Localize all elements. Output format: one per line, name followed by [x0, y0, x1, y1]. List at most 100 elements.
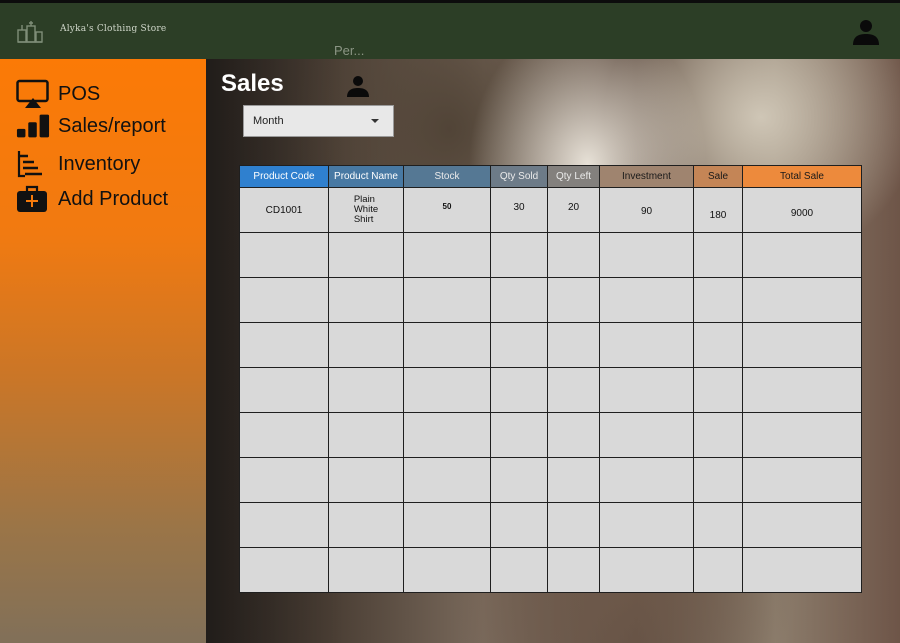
- sidebar-item-label: Sales/report: [58, 114, 166, 137]
- sidebar-item-sales-report[interactable]: Sales/report: [16, 111, 166, 141]
- table-row[interactable]: [239, 277, 862, 323]
- table-cell-empty: [547, 502, 600, 548]
- table-row[interactable]: CD1001 Plain White Shirt 50 30 20 90 180 9…: [239, 187, 862, 233]
- period-select-value: Month: [253, 115, 284, 127]
- table-cell-empty: [599, 322, 694, 368]
- sidebar-nav: POS Sales/report Inventory Add Product: [0, 59, 206, 643]
- store-logo-icon: [17, 21, 43, 43]
- table-cell-empty: [239, 547, 329, 593]
- table-cell-empty: [742, 547, 862, 593]
- table-cell-empty: [547, 277, 600, 323]
- table-cell-empty: [239, 412, 329, 458]
- sales-panel: Sales Month Product Code Product Name St…: [206, 59, 900, 643]
- store-name: Alyka's Clothing Store: [60, 24, 167, 34]
- column-header-total-sale[interactable]: Total Sale: [742, 165, 862, 188]
- table-cell-empty: [547, 412, 600, 458]
- table-cell-empty: [328, 412, 404, 458]
- table-cell-empty: [693, 457, 743, 503]
- table-cell-empty: [328, 547, 404, 593]
- table-cell-empty: [403, 322, 491, 368]
- column-header-stock[interactable]: Stock: [403, 165, 491, 188]
- bar-chart-icon: [16, 111, 50, 141]
- user-account-icon[interactable]: [852, 18, 880, 46]
- table-cell-empty: [403, 412, 491, 458]
- table-cell-empty: [239, 277, 329, 323]
- table-cell-empty: [239, 457, 329, 503]
- table-row[interactable]: [239, 412, 862, 458]
- table-cell-empty: [403, 277, 491, 323]
- sidebar-item-label: POS: [58, 82, 101, 105]
- table-cell-empty: [693, 277, 743, 323]
- column-header-qty-left[interactable]: Qty Left: [547, 165, 600, 188]
- table-cell-empty: [547, 367, 600, 413]
- table-cell-empty: [490, 502, 548, 548]
- table-cell-empty: [239, 232, 329, 278]
- table-cell-empty: [547, 457, 600, 503]
- table-cell-empty: [693, 367, 743, 413]
- table-cell-empty: [693, 232, 743, 278]
- page-title: Sales: [221, 70, 284, 97]
- column-header-sale[interactable]: Sale: [693, 165, 743, 188]
- cell-product-name: Plain White Shirt: [328, 187, 404, 233]
- table-cell-empty: [490, 412, 548, 458]
- table-cell-empty: [490, 322, 548, 368]
- table-cell-empty: [239, 367, 329, 413]
- table-cell-empty: [599, 412, 694, 458]
- period-select[interactable]: Month: [243, 105, 394, 137]
- sidebar-item-add-product[interactable]: Add Product: [16, 184, 168, 214]
- table-row[interactable]: [239, 367, 862, 413]
- caret-down-icon: [371, 119, 379, 123]
- column-header-qty-sold[interactable]: Qty Sold: [490, 165, 548, 188]
- table-cell-empty: [599, 547, 694, 593]
- table-header-row: Product Code Product Name Stock Qty Sold…: [239, 165, 862, 188]
- table-cell-empty: [490, 547, 548, 593]
- user-icon[interactable]: [345, 75, 371, 97]
- cell-qty-left: 20: [547, 187, 600, 233]
- table-cell-empty: [693, 547, 743, 593]
- table-cell-empty: [239, 322, 329, 368]
- table-row[interactable]: [239, 547, 862, 593]
- list-tree-icon: [16, 149, 50, 179]
- table-cell-empty: [742, 322, 862, 368]
- sidebar-item-label: Add Product: [58, 187, 169, 210]
- table-cell-empty: [599, 457, 694, 503]
- table-cell-empty: [239, 502, 329, 548]
- table-cell-empty: [490, 277, 548, 323]
- table-cell-empty: [742, 367, 862, 413]
- table-cell-empty: [328, 502, 404, 548]
- table-cell-empty: [403, 232, 491, 278]
- table-cell-empty: [490, 232, 548, 278]
- cell-qty-sold: 30: [490, 187, 548, 233]
- column-header-product-code[interactable]: Product Code: [239, 165, 329, 188]
- sidebar-item-pos[interactable]: POS: [16, 79, 100, 109]
- table-cell-empty: [328, 232, 404, 278]
- monitor-cast-icon: [16, 79, 50, 109]
- search-placeholder[interactable]: Per...: [334, 43, 364, 58]
- sales-table: Product Code Product Name Stock Qty Sold…: [239, 165, 862, 593]
- table-row[interactable]: [239, 232, 862, 278]
- cell-stock: 50: [403, 187, 491, 233]
- table-cell-empty: [599, 277, 694, 323]
- sidebar-item-inventory[interactable]: Inventory: [16, 149, 140, 179]
- table-cell-empty: [742, 277, 862, 323]
- table-row[interactable]: [239, 457, 862, 503]
- table-cell-empty: [328, 322, 404, 368]
- table-cell-empty: [599, 367, 694, 413]
- table-cell-empty: [547, 232, 600, 278]
- table-cell-empty: [547, 547, 600, 593]
- column-header-investment[interactable]: Investment: [599, 165, 694, 188]
- table-cell-empty: [693, 322, 743, 368]
- table-cell-empty: [490, 457, 548, 503]
- table-row[interactable]: [239, 322, 862, 368]
- column-header-product-name[interactable]: Product Name: [328, 165, 404, 188]
- table-cell-empty: [599, 232, 694, 278]
- table-row[interactable]: [239, 502, 862, 548]
- table-cell-empty: [547, 322, 600, 368]
- table-cell-empty: [693, 502, 743, 548]
- table-cell-empty: [490, 367, 548, 413]
- table-cell-empty: [328, 367, 404, 413]
- table-cell-empty: [742, 412, 862, 458]
- app-header: Alyka's Clothing Store Per...: [0, 3, 900, 59]
- table-cell-empty: [328, 457, 404, 503]
- table-cell-empty: [599, 502, 694, 548]
